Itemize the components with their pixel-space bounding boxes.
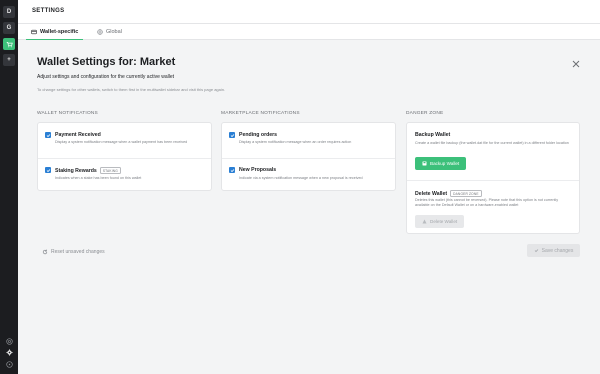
payment-received-checkbox[interactable] [45, 132, 51, 138]
payment-received-row[interactable]: Payment Received Display a system notifi… [38, 123, 211, 158]
staking-rewards-row[interactable]: Staking Rewards STAKING Indicates when a… [38, 158, 211, 192]
wallet-sidebar: D G + [0, 0, 18, 374]
globe-icon [97, 29, 103, 35]
wallet-d-label: D [6, 9, 12, 15]
reset-changes-label: Reset unsaved changes [51, 249, 105, 255]
check-icon [534, 249, 538, 253]
wallet-d-button[interactable]: D [3, 6, 15, 18]
wallet-icon [31, 29, 37, 34]
delete-wallet-button-label: Delete Wallet [430, 219, 458, 224]
pending-orders-title: Pending orders [239, 132, 277, 138]
delete-wallet-section: Delete Wallet DANGER ZONE Deletes this w… [407, 180, 579, 235]
tab-global-label: Global [106, 29, 122, 35]
new-proposals-checkbox[interactable] [229, 167, 235, 173]
marketplace-notifications-card: Pending orders Display a system notifica… [221, 122, 396, 191]
danger-zone-badge: DANGER ZONE [450, 190, 482, 197]
tab-wallet-specific-label: Wallet-specific [40, 28, 79, 35]
save-changes-label: Save changes [541, 247, 574, 254]
page-subtitle: Adjust settings and configuration for th… [37, 74, 175, 80]
pending-orders-checkbox[interactable] [229, 132, 235, 138]
info-icon[interactable] [4, 359, 14, 369]
check-icon [230, 168, 234, 172]
staking-rewards-checkbox[interactable] [45, 167, 51, 173]
cart-icon [6, 41, 13, 47]
tab-bar: Wallet-specific Global [18, 24, 600, 40]
wallet-notifications-heading: WALLET NOTIFICATIONS [37, 111, 98, 116]
page-header-title: SETTINGS [32, 8, 65, 14]
new-proposals-row[interactable]: New Proposals Indicate via a system noti… [222, 158, 395, 192]
danger-zone-heading: DANGER ZONE [406, 111, 444, 116]
delete-wallet-desc: Deletes this wallet (this cannot be reve… [415, 198, 559, 207]
tab-wallet-specific[interactable]: Wallet-specific [26, 24, 84, 40]
check-icon [46, 133, 50, 137]
wallet-market-button[interactable] [3, 38, 15, 50]
settings-content: Wallet Settings for: Market Adjust setti… [18, 41, 600, 374]
check-icon [230, 133, 234, 137]
delete-wallet-title: Delete Wallet DANGER ZONE [415, 190, 482, 197]
add-wallet-button[interactable]: + [3, 54, 15, 66]
close-button[interactable] [571, 56, 581, 68]
payment-received-label: Payment Received [55, 132, 101, 138]
staking-badge: STAKING [99, 167, 121, 174]
top-bar: SETTINGS [18, 0, 600, 24]
delete-wallet-label: Delete Wallet [415, 190, 448, 197]
staking-rewards-desc: Indicates when a stake has been found on… [55, 176, 142, 180]
add-wallet-label: + [7, 57, 11, 63]
page-title: Wallet Settings for: Market [37, 56, 176, 68]
backup-wallet-button[interactable]: Backup Wallet [415, 157, 467, 170]
backup-wallet-title: Backup Wallet [415, 132, 450, 138]
wallet-g-label: G [6, 25, 12, 31]
backup-wallet-button-label: Backup Wallet [430, 161, 460, 166]
pending-orders-label: Pending orders [239, 132, 278, 138]
backup-wallet-section: Backup Wallet Create a wallet file backu… [407, 123, 579, 180]
wallet-notifications-card: Payment Received Display a system notifi… [37, 122, 212, 191]
new-proposals-title: New Proposals [239, 167, 276, 173]
check-icon [46, 168, 50, 172]
backup-wallet-desc: Create a wallet file backup (the wallet.… [415, 141, 569, 145]
tab-global[interactable]: Global [92, 24, 127, 40]
staking-rewards-title: Staking Rewards STAKING [55, 167, 121, 174]
pending-orders-desc: Display a system notification message wh… [239, 140, 352, 144]
wallet-g-button[interactable]: G [3, 22, 15, 34]
marketplace-notifications-heading: MARKETPLACE NOTIFICATIONS [221, 111, 300, 116]
staking-rewards-label: Staking Rewards [55, 167, 97, 174]
reset-changes-button[interactable]: Reset unsaved changes [42, 249, 105, 255]
payment-received-title: Payment Received [55, 132, 101, 138]
gear-icon[interactable] [4, 347, 14, 357]
danger-zone-card: Backup Wallet Create a wallet file backu… [406, 122, 580, 234]
save-disk-icon [422, 161, 427, 166]
new-proposals-desc: Indicate via a system notification messa… [239, 176, 363, 180]
page-hint: To change settings for other wallets, sw… [37, 87, 226, 92]
help-icon[interactable] [4, 336, 14, 346]
pending-orders-row[interactable]: Pending orders Display a system notifica… [222, 123, 395, 158]
payment-received-desc: Display a system notification message wh… [55, 140, 188, 144]
new-proposals-label: New Proposals [239, 167, 277, 173]
backup-wallet-label: Backup Wallet [415, 132, 451, 138]
save-changes-button[interactable]: Save changes [527, 244, 580, 257]
warning-icon [422, 219, 427, 224]
reset-icon [42, 249, 48, 255]
delete-wallet-button[interactable]: Delete Wallet [415, 215, 465, 228]
close-icon [572, 60, 580, 68]
